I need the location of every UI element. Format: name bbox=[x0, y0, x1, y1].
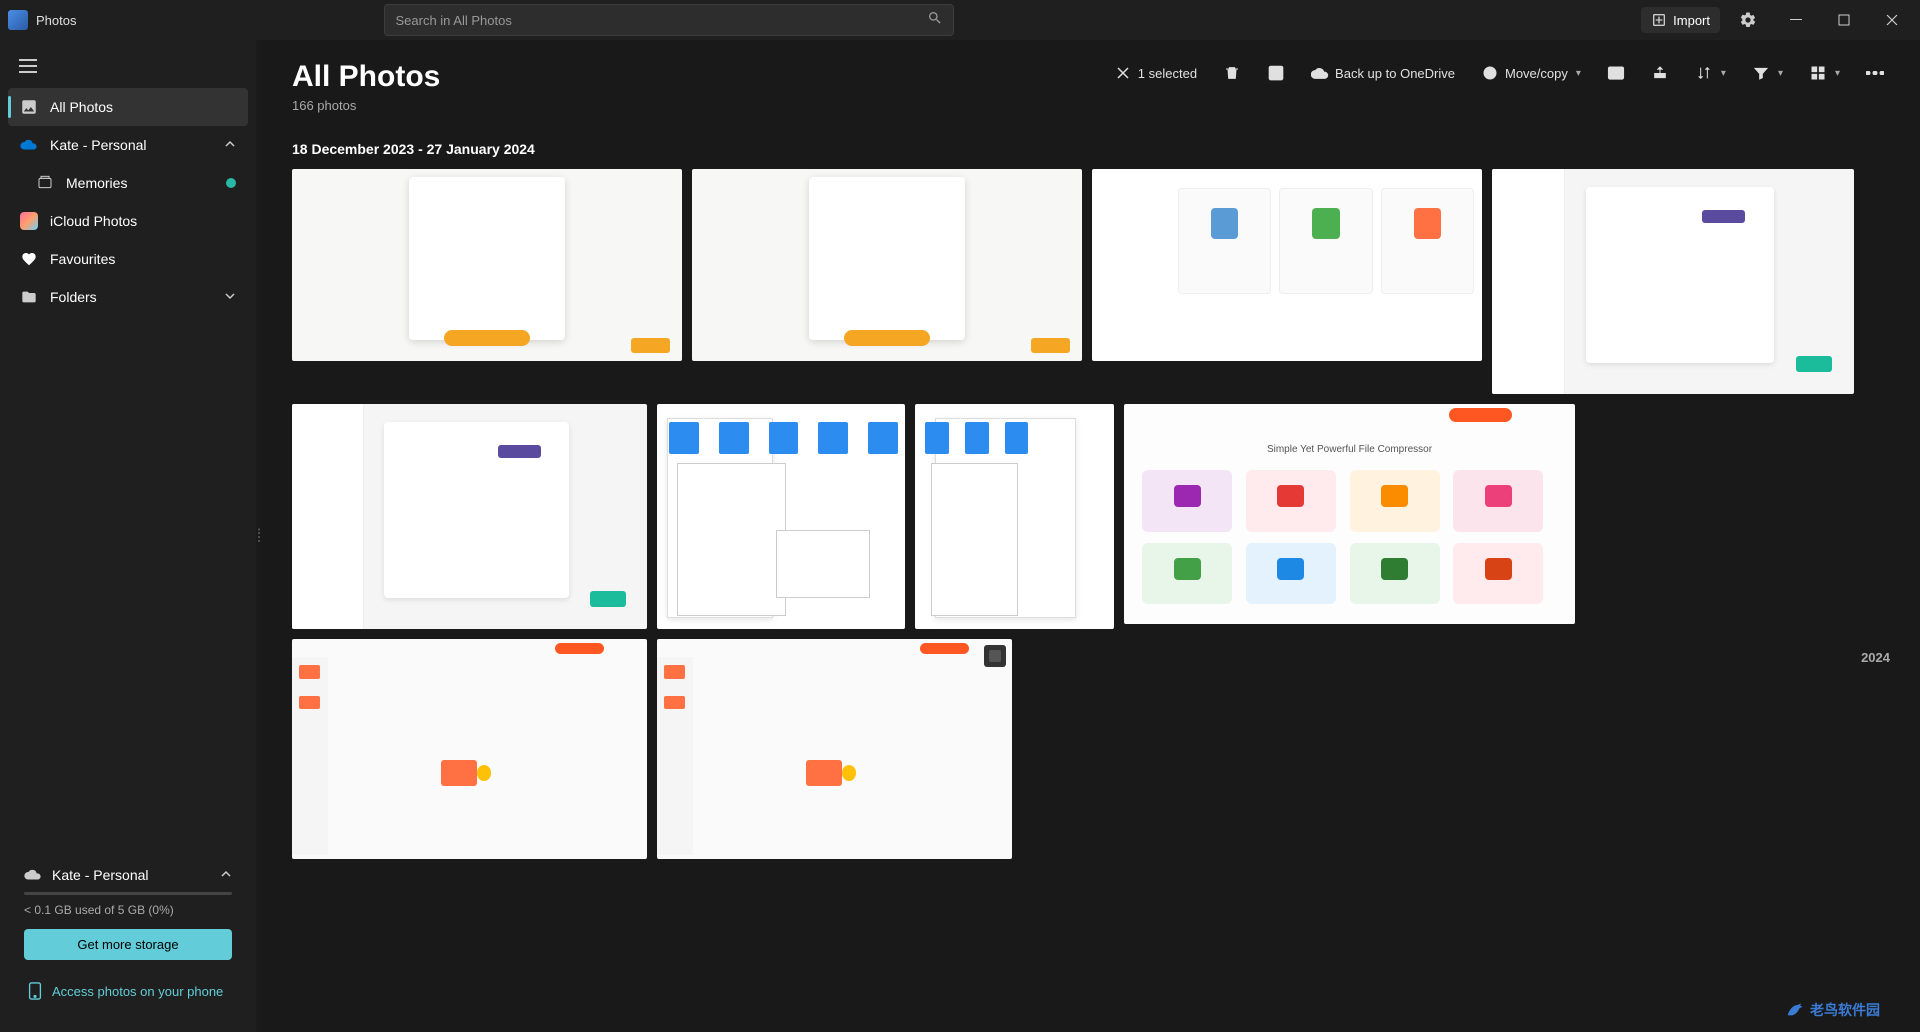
sort-button[interactable]: ▾ bbox=[1689, 60, 1732, 86]
photo-thumbnail[interactable] bbox=[1492, 169, 1854, 394]
minimize-button[interactable] bbox=[1776, 4, 1816, 36]
sidebar-item-label: Memories bbox=[66, 175, 127, 191]
photo-thumbnail[interactable] bbox=[692, 169, 1082, 361]
bird-icon bbox=[1786, 1000, 1806, 1020]
storage-account: Kate - Personal bbox=[52, 867, 149, 883]
backup-button[interactable]: Back up to OneDrive bbox=[1305, 60, 1461, 86]
photo-thumbnail[interactable] bbox=[292, 404, 647, 629]
phone-access-link[interactable]: Access photos on your phone bbox=[24, 976, 232, 1006]
move-copy-button[interactable]: Move/copy ▾ bbox=[1475, 60, 1587, 86]
filter-button[interactable]: ▾ bbox=[1746, 60, 1789, 86]
page-subtitle: 166 photos bbox=[292, 98, 440, 113]
chevron-down-icon: ▾ bbox=[1778, 68, 1783, 79]
photo-thumbnail[interactable]: Simple Yet Powerful File Compressor bbox=[1124, 404, 1575, 624]
import-label: Import bbox=[1673, 13, 1710, 28]
onedrive-icon bbox=[20, 136, 38, 154]
selection-count: 1 selected bbox=[1138, 66, 1197, 81]
chevron-down-icon: ▾ bbox=[1835, 68, 1840, 79]
sidebar-item-label: Kate - Personal bbox=[50, 137, 147, 153]
memories-icon bbox=[36, 174, 54, 192]
photo-thumbnail[interactable] bbox=[657, 639, 1012, 859]
chevron-up-icon[interactable] bbox=[220, 867, 232, 883]
app-icon bbox=[8, 10, 28, 30]
cloud-icon bbox=[24, 866, 42, 884]
photo-grid: Simple Yet Powerful File Compressor bbox=[292, 169, 1890, 859]
more-icon bbox=[1866, 64, 1884, 82]
watermark-text: 老鸟软件园 bbox=[1810, 1000, 1880, 1020]
clear-selection-button[interactable]: 1 selected bbox=[1108, 60, 1203, 86]
move-label: Move/copy bbox=[1505, 66, 1568, 81]
date-range-label: 18 December 2023 - 27 January 2024 bbox=[292, 141, 1890, 157]
settings-icon[interactable] bbox=[1728, 4, 1768, 36]
storage-header[interactable]: Kate - Personal bbox=[24, 866, 232, 884]
folder-icon bbox=[20, 288, 38, 306]
photo-thumbnail[interactable] bbox=[657, 404, 905, 629]
cloud-upload-icon bbox=[1311, 64, 1329, 82]
selection-checkbox[interactable] bbox=[984, 645, 1006, 667]
chevron-down-icon[interactable] bbox=[224, 289, 236, 305]
phone-link-label: Access photos on your phone bbox=[52, 984, 223, 999]
plus-circle-icon bbox=[1481, 64, 1499, 82]
photos-icon bbox=[20, 98, 38, 116]
sidebar-item-icloud[interactable]: iCloud Photos bbox=[8, 202, 248, 240]
thumbnail-title: Simple Yet Powerful File Compressor bbox=[1124, 444, 1575, 455]
share-button[interactable] bbox=[1645, 60, 1675, 86]
chevron-down-icon: ▾ bbox=[1721, 68, 1726, 79]
backup-label: Back up to OneDrive bbox=[1335, 66, 1455, 81]
slideshow-button[interactable] bbox=[1601, 60, 1631, 86]
trash-icon bbox=[1223, 64, 1241, 82]
photo-thumbnail[interactable] bbox=[915, 404, 1114, 629]
image-heart-icon bbox=[1267, 64, 1285, 82]
year-badge: 2024 bbox=[1861, 650, 1890, 665]
chevron-up-icon[interactable] bbox=[224, 137, 236, 153]
sidebar-item-label: iCloud Photos bbox=[50, 213, 137, 229]
sidebar-item-folders[interactable]: Folders bbox=[8, 278, 248, 316]
import-button[interactable]: Import bbox=[1641, 7, 1720, 33]
share-icon bbox=[1651, 64, 1669, 82]
filter-icon bbox=[1752, 64, 1770, 82]
more-button[interactable] bbox=[1860, 60, 1890, 86]
play-rect-icon bbox=[1607, 64, 1625, 82]
close-icon bbox=[1114, 64, 1132, 82]
icloud-icon bbox=[20, 212, 38, 230]
sidebar-item-label: Folders bbox=[50, 289, 97, 305]
sidebar-item-memories[interactable]: Memories bbox=[8, 164, 248, 202]
storage-section: Kate - Personal < 0.1 GB used of 5 GB (0… bbox=[16, 856, 240, 1016]
maximize-button[interactable] bbox=[1824, 4, 1864, 36]
photo-thumbnail[interactable] bbox=[1092, 169, 1482, 361]
get-storage-button[interactable]: Get more storage bbox=[24, 929, 232, 960]
hamburger-menu[interactable] bbox=[8, 48, 48, 84]
new-badge bbox=[226, 178, 236, 188]
app-title: Photos bbox=[36, 13, 76, 28]
search-box[interactable] bbox=[384, 4, 954, 36]
watermark: 老鸟软件园 bbox=[1786, 1000, 1880, 1020]
storage-usage: < 0.1 GB used of 5 GB (0%) bbox=[24, 903, 232, 917]
view-button[interactable]: ▾ bbox=[1803, 60, 1846, 86]
toolbar: 1 selected Back up to OneDrive Move/copy… bbox=[1108, 60, 1890, 86]
delete-button[interactable] bbox=[1217, 60, 1247, 86]
sidebar-item-favourites[interactable]: Favourites bbox=[8, 240, 248, 278]
photo-thumbnail[interactable] bbox=[292, 639, 647, 859]
sort-icon bbox=[1695, 64, 1713, 82]
chevron-down-icon: ▾ bbox=[1576, 68, 1581, 79]
grid-icon bbox=[1809, 64, 1827, 82]
page-title: All Photos bbox=[292, 60, 440, 94]
sidebar-item-label: Favourites bbox=[50, 251, 115, 267]
search-input[interactable] bbox=[395, 13, 927, 28]
title-bar: Photos Import bbox=[0, 0, 1920, 40]
content-area: All Photos 166 photos 1 selected Back up… bbox=[262, 40, 1920, 1032]
sidebar-item-kate-personal[interactable]: Kate - Personal bbox=[8, 126, 248, 164]
photo-thumbnail[interactable] bbox=[292, 169, 682, 361]
heart-icon bbox=[20, 250, 38, 268]
storage-bar bbox=[24, 892, 232, 895]
sidebar-item-label: All Photos bbox=[50, 99, 113, 115]
favorite-button[interactable] bbox=[1261, 60, 1291, 86]
sidebar: All Photos Kate - Personal Memories iClo… bbox=[0, 40, 256, 1032]
sidebar-item-all-photos[interactable]: All Photos bbox=[8, 88, 248, 126]
close-button[interactable] bbox=[1872, 4, 1912, 36]
search-icon[interactable] bbox=[927, 10, 943, 31]
